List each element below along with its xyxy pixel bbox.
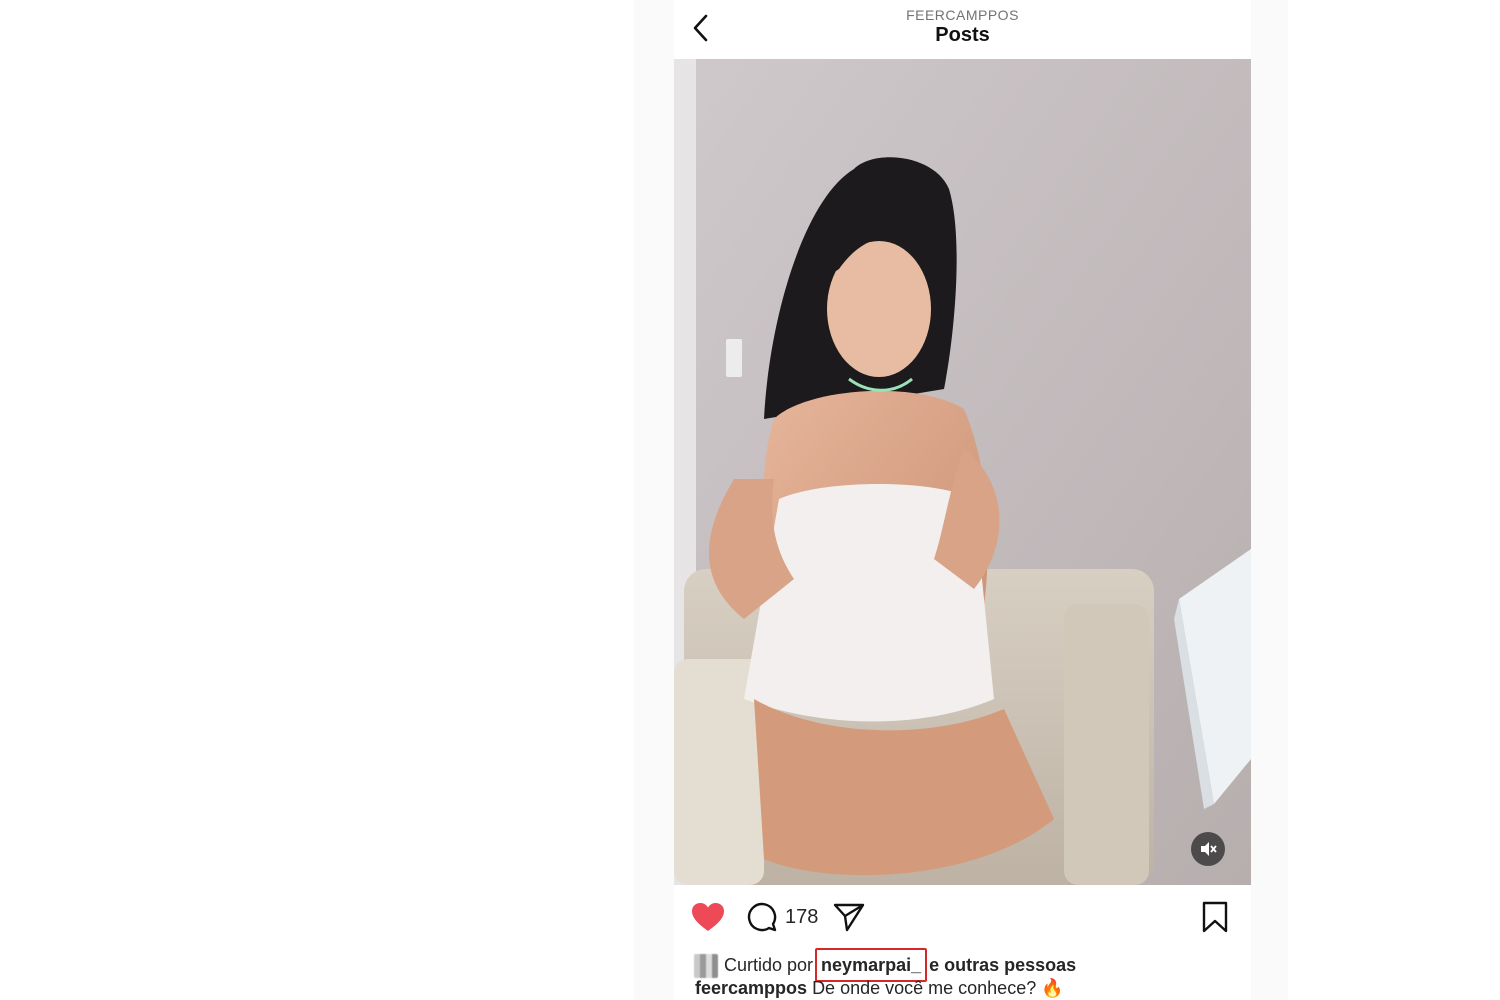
caption-username[interactable]: feercamppos [695, 978, 807, 998]
post-header: FEERCAMPPOS Posts [674, 0, 1251, 58]
screenshot-canvas: FEERCAMPPOS Posts 178 Curtido por neymar… [0, 0, 1500, 1000]
liked-by-username[interactable]: neymarpai_ [815, 948, 928, 982]
heart-filled-icon [692, 903, 724, 931]
liker-avatar [694, 954, 718, 979]
muted-speaker-icon [1201, 842, 1217, 856]
account-name: FEERCAMPPOS [906, 7, 1019, 23]
save-button[interactable] [1200, 900, 1230, 934]
liked-by-prefix: Curtido por [724, 955, 814, 975]
comment-icon [747, 902, 777, 932]
bookmark-icon [1202, 901, 1228, 933]
caption-text: De onde você me conhece? 🔥 [812, 978, 1064, 998]
paper-plane-icon [833, 903, 865, 932]
video-frame-image [674, 59, 1251, 885]
post-caption: feercamppos De onde você me conhece? 🔥 [695, 978, 1064, 999]
comment-button[interactable] [746, 901, 778, 933]
liked-by-line: Curtido por neymarpai_ e outras pessoas [694, 948, 1077, 982]
page-title: Posts [935, 24, 990, 46]
comment-count: 178 [785, 906, 819, 928]
liked-by-suffix: e outras pessoas [929, 955, 1077, 975]
phone-frame: FEERCAMPPOS Posts 178 Curtido por neymar… [634, 0, 1288, 1000]
instagram-post-screen: FEERCAMPPOS Posts 178 Curtido por neymar… [674, 0, 1251, 1000]
post-video[interactable] [674, 59, 1251, 885]
like-button[interactable] [690, 901, 726, 933]
mute-button[interactable] [1191, 832, 1225, 866]
post-actions: 178 [674, 885, 1251, 945]
share-button[interactable] [832, 901, 866, 933]
